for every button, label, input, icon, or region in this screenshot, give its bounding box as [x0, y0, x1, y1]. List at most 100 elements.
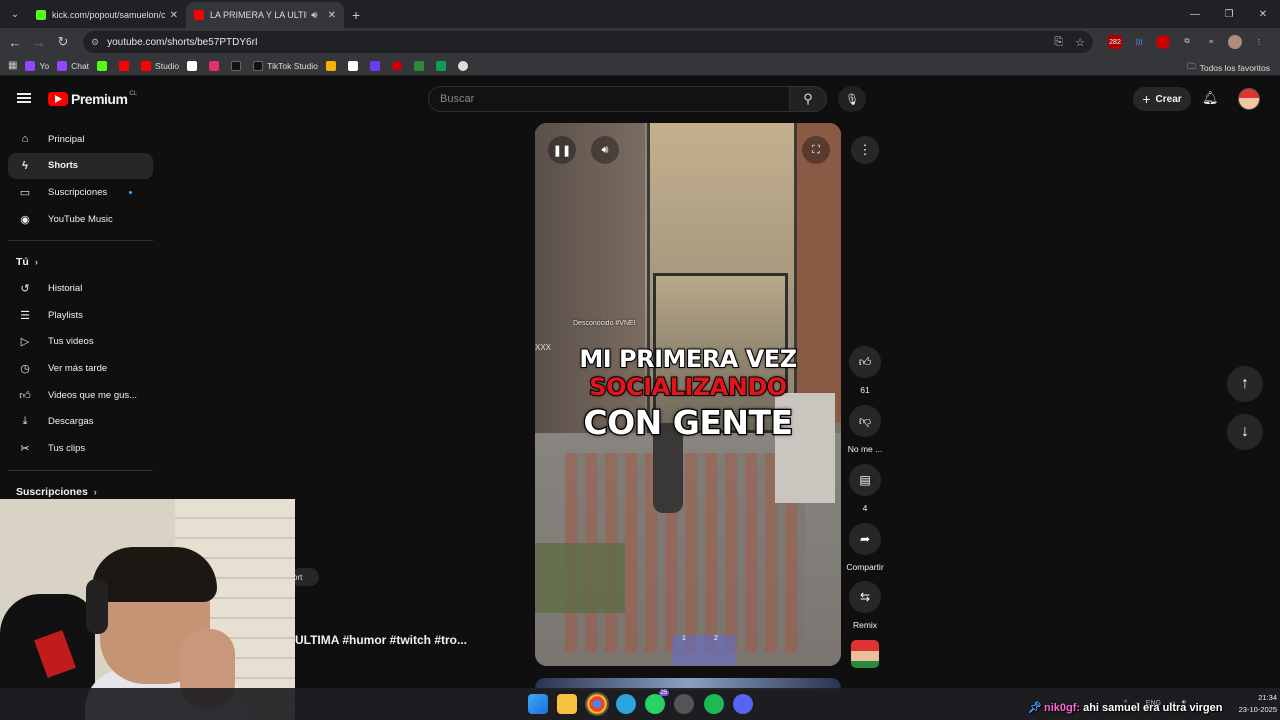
sidebar-item-suscripciones[interactable]: ▭ Suscripciones [8, 179, 153, 206]
reload-button[interactable]: ↻ [51, 34, 75, 50]
whatsapp-icon[interactable]: 25 [645, 690, 670, 714]
search-button[interactable]: ⚲ [789, 86, 827, 112]
sidebar-item-label: Ver más tarde [48, 362, 108, 374]
minimize-button[interactable]: — [1178, 0, 1212, 28]
install-app-icon[interactable]: ⎘ [1054, 36, 1063, 49]
bookmark-chat[interactable]: Chat [57, 60, 89, 71]
forward-button[interactable]: → [27, 35, 51, 50]
bookmark-star-icon[interactable]: ☆ [1075, 36, 1085, 49]
new-tab-button[interactable]: + [352, 7, 360, 23]
bookmark-kick[interactable] [97, 60, 111, 71]
previous-short-button[interactable]: ↑ [1227, 366, 1263, 402]
sidebar-item-label: Suscripciones [48, 186, 108, 198]
channel-avatar[interactable] [851, 640, 879, 668]
app-icon[interactable] [674, 694, 695, 714]
bookmark-tiktok-studio[interactable]: TikTok Studio [253, 60, 318, 71]
url-field[interactable]: ⚙ youtube.com/shorts/be57PTDY6rI ⎘ ☆ [83, 31, 1093, 53]
comments-action[interactable]: ▤ 4 [848, 464, 882, 513]
next-short-button[interactable]: ↓ [1227, 414, 1263, 450]
pause-button[interactable]: ❚❚ [548, 136, 576, 164]
dislike-action[interactable]: 👎︎ No me ... [848, 405, 882, 454]
file-explorer-icon[interactable] [557, 694, 578, 714]
extension-sound-icon[interactable]: ))) [1132, 35, 1146, 49]
maximize-button[interactable]: ❐ [1212, 0, 1246, 28]
account-avatar[interactable] [1238, 88, 1260, 110]
close-tab-icon[interactable]: ✕ [328, 10, 336, 21]
taskbar-apps: 25 [528, 690, 762, 716]
liked-icon: 👍︎ [19, 389, 31, 402]
extension-badge-icon[interactable]: 282 [1108, 35, 1122, 49]
telegram-icon[interactable] [615, 694, 636, 714]
bookmark-other-2[interactable] [369, 60, 384, 71]
short-title[interactable]: ULTIMA #humor #twitch #tro... [295, 633, 467, 647]
bookmark-other-4[interactable] [413, 60, 428, 71]
fullscreen-button[interactable]: ⛶ [802, 136, 830, 164]
bookmark-drive[interactable] [325, 60, 340, 71]
all-bookmarks[interactable]: 🗀 Todos los favoritos [1187, 61, 1270, 75]
tab-youtube-short[interactable]: LA PRIMERA Y LA ULTIMA 🔊︎ ✕ [186, 2, 344, 28]
media-control-icon[interactable]: ≡ [1204, 35, 1218, 49]
short-pill[interactable]: ort [291, 568, 319, 586]
search-input[interactable]: Buscar [428, 86, 790, 112]
voice-search-button[interactable]: 🎙︎ [838, 86, 866, 112]
comments-button[interactable]: ▤ [849, 464, 881, 496]
share-button[interactable]: ➦ [849, 523, 881, 555]
tab-search-icon[interactable]: ⌄ [2, 1, 28, 27]
close-tab-icon[interactable]: ✕ [170, 10, 178, 21]
caption-line-1: MI PRIMERA VEZ [578, 344, 798, 374]
sidebar-item-ver-mas-tarde[interactable]: ◷ Ver más tarde [8, 355, 153, 382]
search-icon: ⚲ [803, 91, 813, 106]
remix-button[interactable]: ⇆ [849, 581, 881, 613]
sidebar-item-historial[interactable]: ↺ Historial [8, 275, 153, 302]
remix-action[interactable]: ⇆ Remix [848, 581, 882, 630]
chrome-icon[interactable] [584, 692, 609, 716]
bookmark-studio[interactable]: Studio [141, 60, 179, 71]
guide-menu-icon[interactable] [17, 93, 31, 103]
discord-icon[interactable] [733, 694, 754, 714]
browser-menu-icon[interactable]: ⋮ [1252, 35, 1266, 49]
close-window-button[interactable]: ✕ [1246, 0, 1280, 28]
sidebar-item-label: Principal [48, 133, 85, 145]
tab-kick-chat[interactable]: kick.com/popout/samuelon/ch ✕ [28, 2, 186, 28]
like-action[interactable]: 👍︎ 61 [848, 346, 882, 395]
bookmark-youtube[interactable] [119, 60, 133, 71]
bookmark-sheets[interactable] [435, 60, 450, 71]
extensions-puzzle-icon[interactable]: ⧉ [1180, 35, 1194, 49]
bookmark-tiktok[interactable] [231, 60, 245, 71]
sidebar-item-youtube-music[interactable]: ◉ YouTube Music [8, 206, 153, 233]
spotify-icon[interactable] [703, 694, 724, 714]
sidebar-item-playlists[interactable]: ☰ Playlists [8, 302, 153, 329]
youtube-premium-logo[interactable]: Premium CL [48, 91, 137, 107]
like-button[interactable]: 👍︎ [849, 346, 881, 378]
bookmark-other-5[interactable] [457, 60, 472, 71]
notifications-bell-icon[interactable]: 🔔︎ [1202, 90, 1219, 106]
sidebar-item-principal[interactable]: ⌂ Principal [8, 126, 153, 153]
windows-start-icon[interactable] [528, 694, 548, 714]
sidebar-item-shorts[interactable]: ϟ Shorts [8, 152, 153, 180]
back-button[interactable]: ← [3, 35, 27, 50]
volume-button[interactable]: 🔊︎ [591, 136, 619, 164]
bookmark-other-3[interactable] [391, 60, 406, 71]
site-info-icon[interactable]: ⚙ [91, 37, 99, 48]
clips-icon: ✂ [20, 442, 30, 455]
bookmark-yo[interactable]: Yo [25, 60, 49, 71]
sidebar-item-tus-clips[interactable]: ✂ Tus clips [8, 435, 153, 462]
short-video-player[interactable]: Desconocido #VNEI MI PRIMERA VEZ SOCIALI… [535, 123, 841, 666]
dislike-button[interactable]: 👎︎ [849, 405, 881, 437]
sidebar-item-liked-videos[interactable]: 👍︎ Videos que me gus... [8, 382, 153, 409]
youtube-icon [194, 10, 204, 20]
bookmark-instagram[interactable] [209, 60, 223, 71]
bookmark-x[interactable] [187, 60, 201, 71]
create-button[interactable]: + Crear [1133, 87, 1191, 111]
extension-record-icon[interactable] [1156, 35, 1170, 49]
taskbar-clock[interactable]: 21:34 23-10-2025 [1231, 692, 1277, 716]
profile-avatar-icon[interactable] [1228, 35, 1242, 49]
sidebar-item-tus-videos[interactable]: ▷ Tus videos [8, 329, 153, 356]
bookmark-other-1[interactable] [347, 60, 362, 71]
sidebar-section-you[interactable]: Tú › [8, 249, 153, 275]
more-options-button[interactable]: ⋮ [851, 136, 879, 164]
apps-grid-icon[interactable]: ▦ [8, 60, 17, 71]
share-action[interactable]: ➦ Compartir [846, 523, 884, 572]
sidebar-item-descargas[interactable]: ⤓ Descargas [8, 408, 153, 435]
speaker-icon[interactable]: 🔊︎ [311, 10, 317, 21]
